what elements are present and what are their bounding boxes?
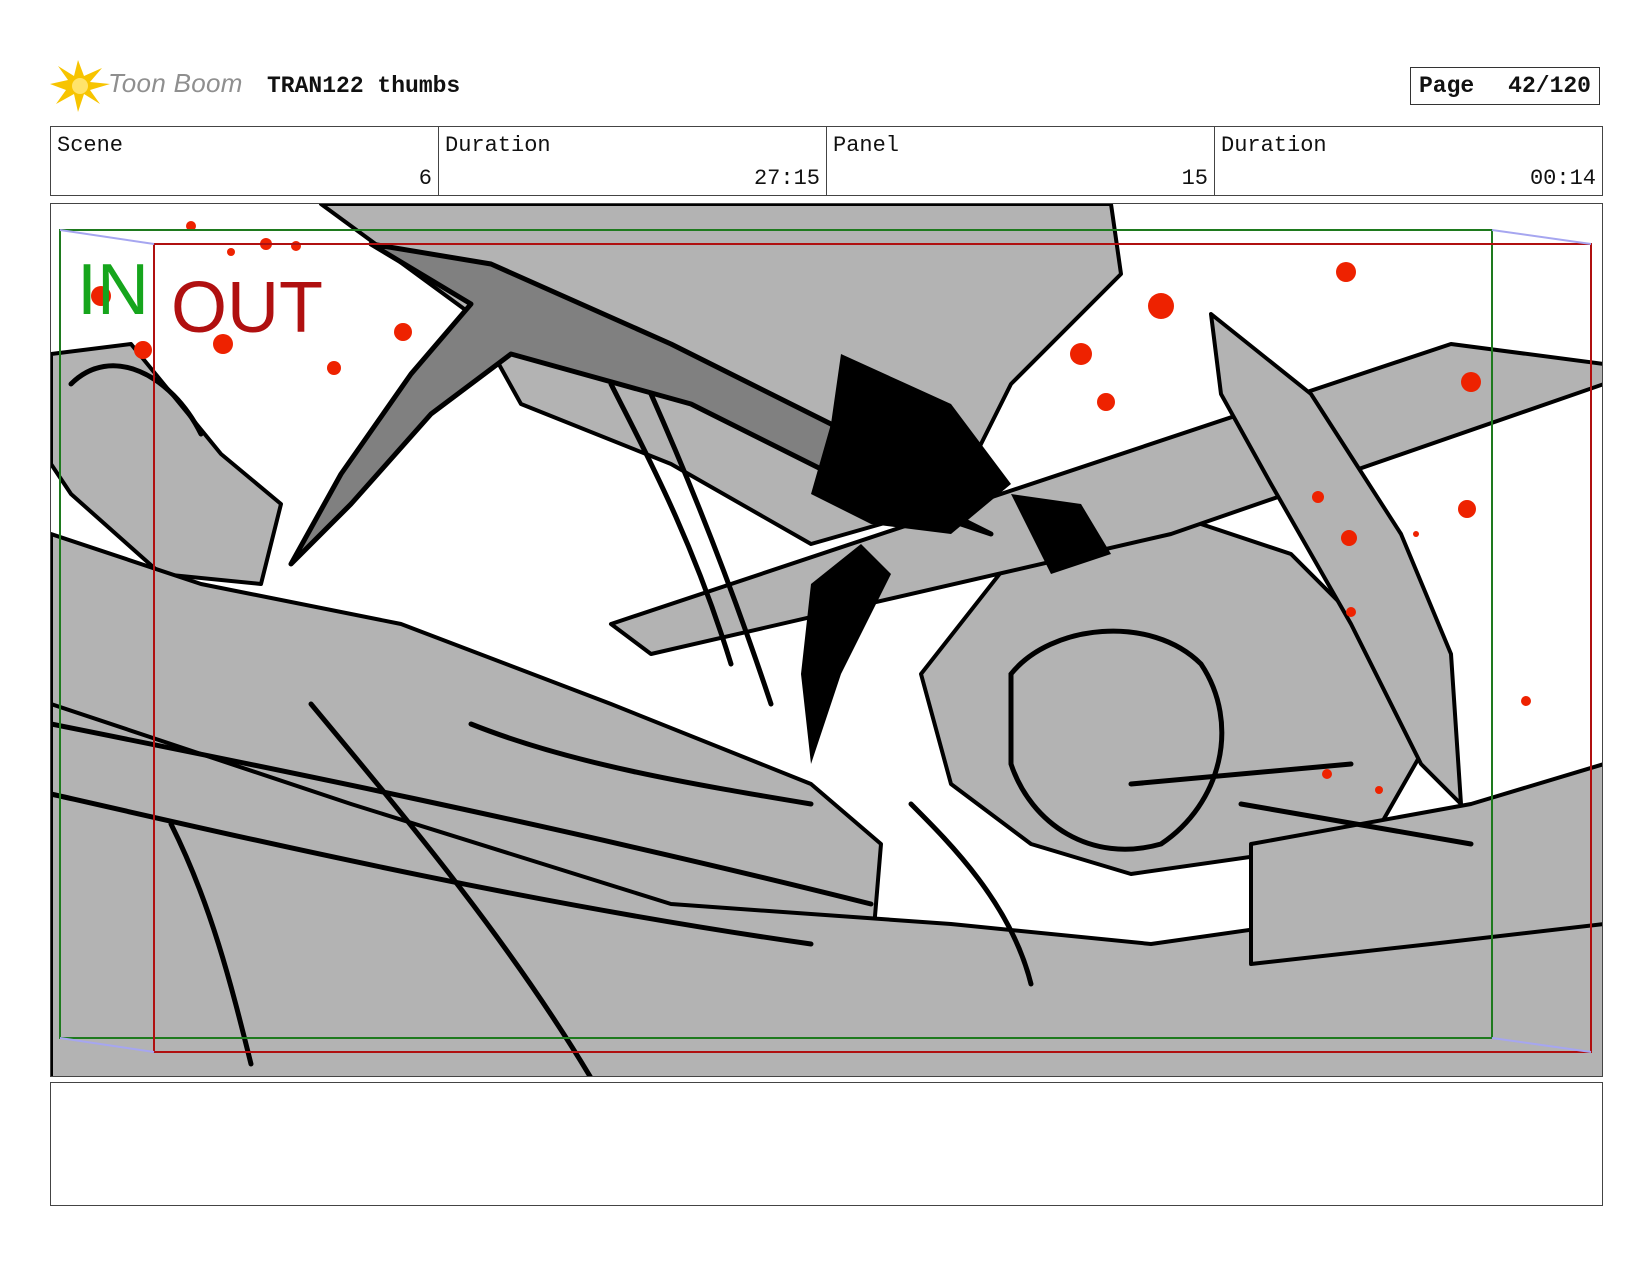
- panel-value: 15: [1181, 166, 1208, 191]
- document-title: TRAN122 thumbs: [267, 73, 461, 99]
- out-frame-label: OUT: [171, 268, 323, 348]
- scene-value: 6: [418, 166, 432, 191]
- splatter-dot: [1346, 607, 1356, 617]
- splatter-dot: [1413, 531, 1419, 537]
- splatter-dot: [134, 341, 152, 359]
- panel-duration-value: 00:14: [1529, 166, 1596, 191]
- splatter-dot: [1148, 293, 1174, 319]
- splatter-dot: [1097, 393, 1115, 411]
- storyboard-panel: IN OUT: [50, 203, 1603, 1077]
- panel-label: Panel: [833, 133, 900, 158]
- scene-cell: Scene 6: [51, 127, 439, 195]
- splatter-dot: [291, 241, 301, 251]
- page-label: Page: [1419, 73, 1475, 99]
- splatter-dot: [1341, 530, 1357, 546]
- scene-info-table: Scene 6 Duration 27:15 Panel 15 Duration…: [50, 126, 1603, 196]
- scene-duration-cell: Duration 27:15: [439, 127, 827, 195]
- splatter-dot: [394, 323, 412, 341]
- panel-notes: [50, 1082, 1603, 1206]
- splatter-dot: [1375, 786, 1383, 794]
- splatter-dot: [1458, 500, 1476, 518]
- splatter-dot: [1461, 372, 1481, 392]
- scene-duration-value: 27:15: [753, 166, 820, 191]
- camera-path-line: [1491, 229, 1592, 245]
- splatter-dot: [1322, 769, 1332, 779]
- splatter-dot: [327, 361, 341, 375]
- splatter-dot: [1521, 696, 1531, 706]
- splatter-dot: [1070, 343, 1092, 365]
- in-frame-label: IN: [77, 250, 149, 330]
- logo-text: Toon Boom: [108, 68, 243, 98]
- splatter-dot: [1312, 491, 1324, 503]
- panel-duration-cell: Duration 00:14: [1215, 127, 1602, 195]
- camera-path-line: [59, 229, 155, 245]
- panel-duration-label: Duration: [1221, 133, 1327, 158]
- page-indicator: Page 42/120: [1410, 67, 1600, 105]
- panel-cell: Panel 15: [827, 127, 1215, 195]
- splatter-dot: [1336, 262, 1356, 282]
- splatter-dot: [227, 248, 235, 256]
- scene-duration-label: Duration: [445, 133, 551, 158]
- scene-label: Scene: [57, 133, 124, 158]
- page-value: 42/120: [1508, 73, 1591, 99]
